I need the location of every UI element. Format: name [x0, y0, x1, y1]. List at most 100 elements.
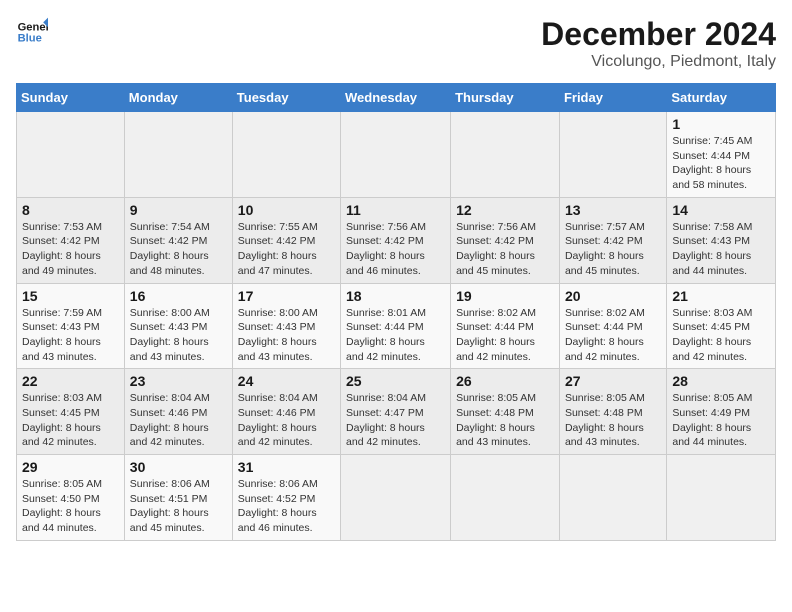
month-title: December 2024 [541, 16, 776, 53]
calendar-cell: 17 Sunrise: 8:00 AMSunset: 4:43 PMDayligh… [232, 283, 340, 369]
day-detail: Sunrise: 7:56 AMSunset: 4:42 PMDaylight:… [456, 221, 536, 277]
day-number: 19 [456, 288, 554, 304]
svg-text:Blue: Blue [18, 33, 42, 45]
calendar-cell [451, 455, 560, 541]
day-detail: Sunrise: 7:45 AMSunset: 4:44 PMDaylight:… [672, 135, 752, 191]
day-detail: Sunrise: 8:02 AMSunset: 4:44 PMDaylight:… [565, 307, 645, 363]
day-number: 14 [672, 202, 770, 218]
day-detail: Sunrise: 7:56 AMSunset: 4:42 PMDaylight:… [346, 221, 426, 277]
calendar-cell: 23 Sunrise: 8:04 AMSunset: 4:46 PMDayligh… [124, 369, 232, 455]
day-detail: Sunrise: 7:54 AMSunset: 4:42 PMDaylight:… [130, 221, 210, 277]
calendar-cell: 25 Sunrise: 8:04 AMSunset: 4:47 PMDayligh… [341, 369, 451, 455]
logo-icon: General Blue [16, 16, 48, 48]
calendar-cell: 26 Sunrise: 8:05 AMSunset: 4:48 PMDayligh… [451, 369, 560, 455]
calendar-cell: 30 Sunrise: 8:06 AMSunset: 4:51 PMDayligh… [124, 455, 232, 541]
calendar-cell: 11 Sunrise: 7:56 AMSunset: 4:42 PMDayligh… [341, 197, 451, 283]
day-number: 26 [456, 373, 554, 389]
day-number: 23 [130, 373, 227, 389]
calendar-cell: 28 Sunrise: 8:05 AMSunset: 4:49 PMDayligh… [667, 369, 776, 455]
logo: General Blue [16, 16, 48, 48]
day-detail: Sunrise: 8:05 AMSunset: 4:50 PMDaylight:… [22, 478, 102, 534]
calendar-cell: 15 Sunrise: 7:59 AMSunset: 4:43 PMDayligh… [17, 283, 125, 369]
calendar-cell: 8 Sunrise: 7:53 AMSunset: 4:42 PMDaylight… [17, 197, 125, 283]
col-header-friday: Friday [559, 84, 666, 112]
calendar-cell: 18 Sunrise: 8:01 AMSunset: 4:44 PMDayligh… [341, 283, 451, 369]
calendar-cell: 27 Sunrise: 8:05 AMSunset: 4:48 PMDayligh… [559, 369, 666, 455]
col-header-tuesday: Tuesday [232, 84, 340, 112]
day-number: 11 [346, 202, 445, 218]
calendar-cell: 12 Sunrise: 7:56 AMSunset: 4:42 PMDayligh… [451, 197, 560, 283]
day-detail: Sunrise: 8:04 AMSunset: 4:46 PMDaylight:… [130, 392, 210, 448]
day-number: 29 [22, 459, 119, 475]
calendar-cell [232, 112, 340, 198]
calendar-cell [17, 112, 125, 198]
calendar-cell: 19 Sunrise: 8:02 AMSunset: 4:44 PMDayligh… [451, 283, 560, 369]
day-detail: Sunrise: 8:04 AMSunset: 4:46 PMDaylight:… [238, 392, 318, 448]
day-number: 28 [672, 373, 770, 389]
calendar-cell: 31 Sunrise: 8:06 AMSunset: 4:52 PMDayligh… [232, 455, 340, 541]
day-detail: Sunrise: 8:06 AMSunset: 4:51 PMDaylight:… [130, 478, 210, 534]
calendar-cell: 22 Sunrise: 8:03 AMSunset: 4:45 PMDayligh… [17, 369, 125, 455]
day-detail: Sunrise: 8:05 AMSunset: 4:48 PMDaylight:… [565, 392, 645, 448]
calendar-cell: 16 Sunrise: 8:00 AMSunset: 4:43 PMDayligh… [124, 283, 232, 369]
calendar-cell [451, 112, 560, 198]
day-number: 24 [238, 373, 335, 389]
day-detail: Sunrise: 7:59 AMSunset: 4:43 PMDaylight:… [22, 307, 102, 363]
day-number: 9 [130, 202, 227, 218]
day-number: 15 [22, 288, 119, 304]
calendar-cell: 21 Sunrise: 8:03 AMSunset: 4:45 PMDayligh… [667, 283, 776, 369]
day-detail: Sunrise: 8:02 AMSunset: 4:44 PMDaylight:… [456, 307, 536, 363]
day-number: 31 [238, 459, 335, 475]
calendar-cell: 9 Sunrise: 7:54 AMSunset: 4:42 PMDaylight… [124, 197, 232, 283]
day-number: 27 [565, 373, 661, 389]
calendar-cell [667, 455, 776, 541]
calendar-cell: 14 Sunrise: 7:58 AMSunset: 4:43 PMDayligh… [667, 197, 776, 283]
day-detail: Sunrise: 8:05 AMSunset: 4:49 PMDaylight:… [672, 392, 752, 448]
col-header-saturday: Saturday [667, 84, 776, 112]
day-number: 8 [22, 202, 119, 218]
day-detail: Sunrise: 8:00 AMSunset: 4:43 PMDaylight:… [238, 307, 318, 363]
day-number: 30 [130, 459, 227, 475]
page-header: General Blue December 2024 Vicolungo, Pi… [16, 16, 776, 71]
title-block: December 2024 Vicolungo, Piedmont, Italy [541, 16, 776, 71]
day-number: 21 [672, 288, 770, 304]
day-detail: Sunrise: 8:01 AMSunset: 4:44 PMDaylight:… [346, 307, 426, 363]
col-header-wednesday: Wednesday [341, 84, 451, 112]
col-header-sunday: Sunday [17, 84, 125, 112]
day-number: 20 [565, 288, 661, 304]
calendar-cell: 10 Sunrise: 7:55 AMSunset: 4:42 PMDayligh… [232, 197, 340, 283]
calendar-cell: 13 Sunrise: 7:57 AMSunset: 4:42 PMDayligh… [559, 197, 666, 283]
day-detail: Sunrise: 8:03 AMSunset: 4:45 PMDaylight:… [672, 307, 752, 363]
day-detail: Sunrise: 7:55 AMSunset: 4:42 PMDaylight:… [238, 221, 318, 277]
col-header-thursday: Thursday [451, 84, 560, 112]
day-detail: Sunrise: 8:03 AMSunset: 4:45 PMDaylight:… [22, 392, 102, 448]
calendar-cell: 24 Sunrise: 8:04 AMSunset: 4:46 PMDayligh… [232, 369, 340, 455]
calendar-cell [559, 112, 666, 198]
day-number: 13 [565, 202, 661, 218]
calendar-cell [341, 112, 451, 198]
day-number: 17 [238, 288, 335, 304]
day-detail: Sunrise: 8:06 AMSunset: 4:52 PMDaylight:… [238, 478, 318, 534]
calendar-cell: 1 Sunrise: 7:45 AMSunset: 4:44 PMDaylight… [667, 112, 776, 198]
day-number: 1 [672, 116, 770, 132]
day-number: 25 [346, 373, 445, 389]
calendar-cell [341, 455, 451, 541]
day-detail: Sunrise: 7:53 AMSunset: 4:42 PMDaylight:… [22, 221, 102, 277]
calendar-cell [559, 455, 666, 541]
calendar-cell: 20 Sunrise: 8:02 AMSunset: 4:44 PMDayligh… [559, 283, 666, 369]
day-detail: Sunrise: 7:58 AMSunset: 4:43 PMDaylight:… [672, 221, 752, 277]
day-detail: Sunrise: 8:04 AMSunset: 4:47 PMDaylight:… [346, 392, 426, 448]
day-number: 16 [130, 288, 227, 304]
calendar-cell [124, 112, 232, 198]
calendar-cell: 29 Sunrise: 8:05 AMSunset: 4:50 PMDayligh… [17, 455, 125, 541]
col-header-monday: Monday [124, 84, 232, 112]
day-detail: Sunrise: 7:57 AMSunset: 4:42 PMDaylight:… [565, 221, 645, 277]
day-number: 18 [346, 288, 445, 304]
day-detail: Sunrise: 8:05 AMSunset: 4:48 PMDaylight:… [456, 392, 536, 448]
calendar-table: SundayMondayTuesdayWednesdayThursdayFrid… [16, 83, 776, 541]
day-detail: Sunrise: 8:00 AMSunset: 4:43 PMDaylight:… [130, 307, 210, 363]
day-number: 12 [456, 202, 554, 218]
svg-text:General: General [18, 21, 48, 33]
day-number: 10 [238, 202, 335, 218]
day-number: 22 [22, 373, 119, 389]
